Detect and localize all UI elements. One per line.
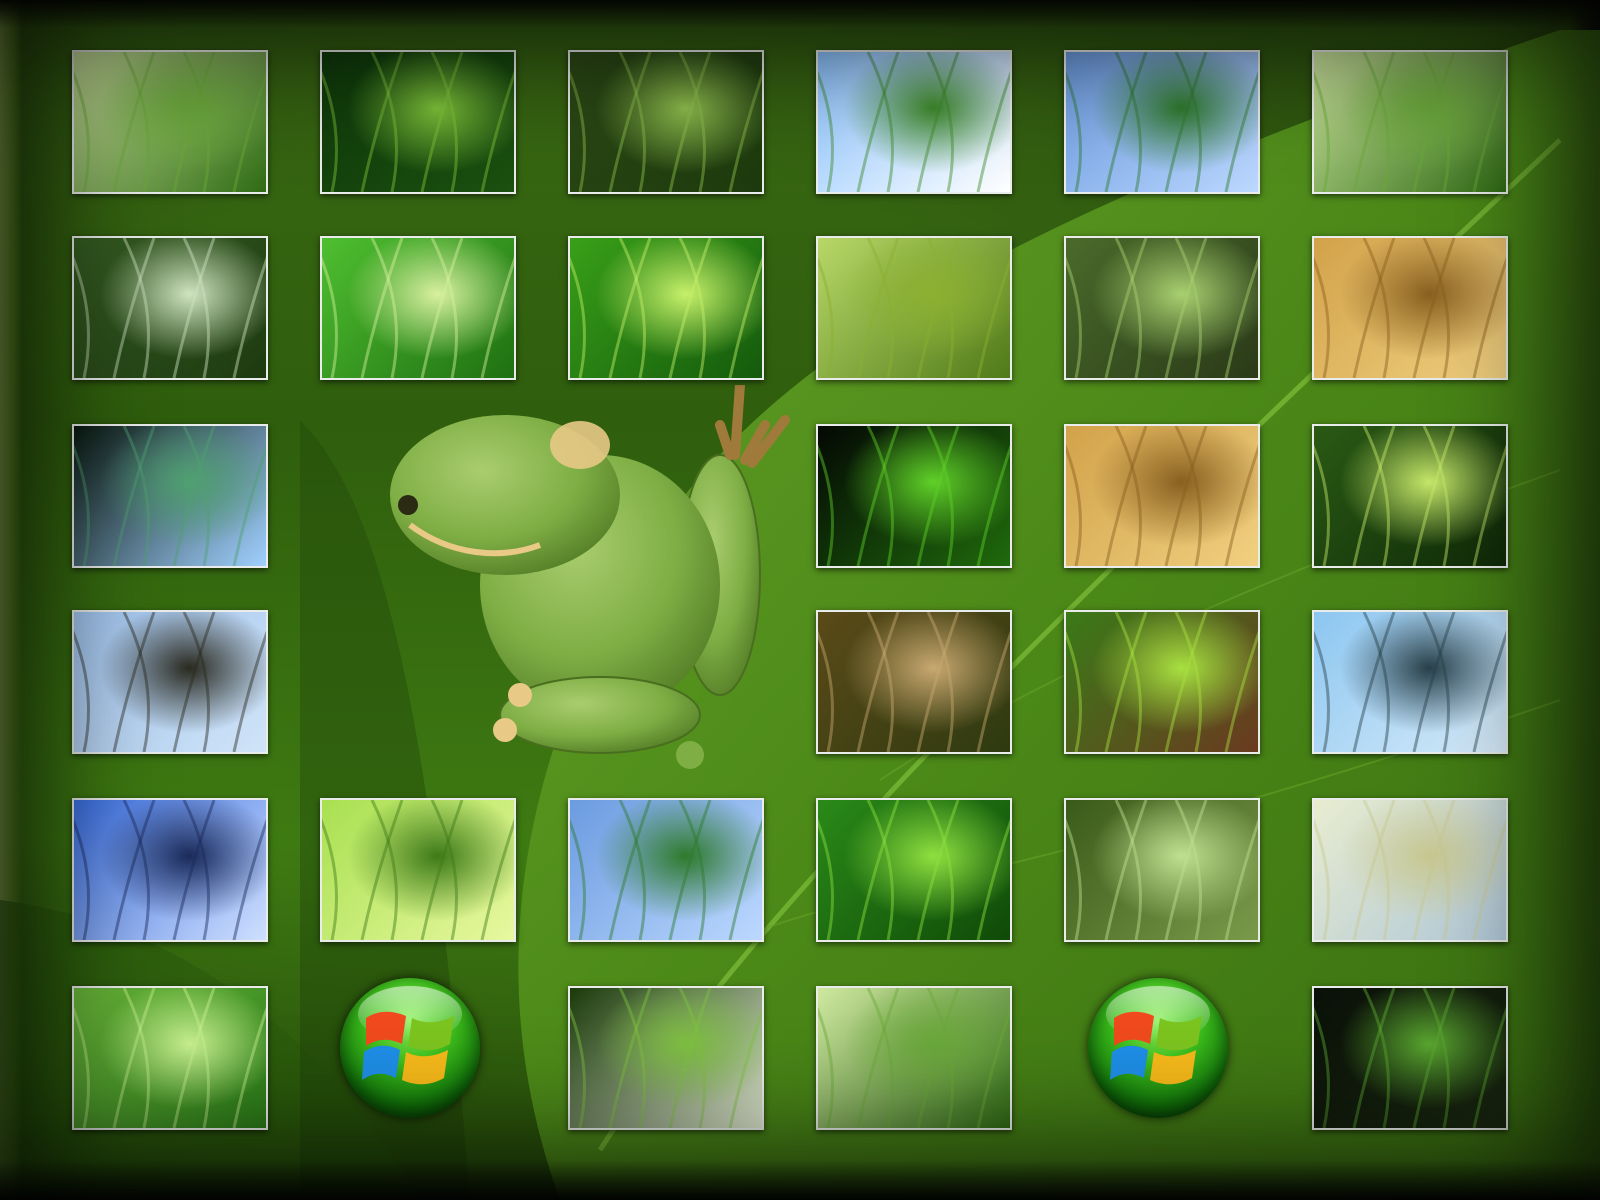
photo-thumbnail-grass-flowers-sky xyxy=(1312,610,1508,754)
photo-texture xyxy=(322,52,514,192)
photo-texture xyxy=(1314,52,1506,192)
photo-texture xyxy=(818,988,1010,1128)
photo-thumbnail-leaf-droplets xyxy=(568,236,764,380)
windows-orb-right xyxy=(1088,978,1228,1118)
photo-texture xyxy=(322,800,514,940)
photo-thumbnail-furled-leaves xyxy=(816,424,1012,568)
photo-thumbnail-leaf-drop xyxy=(72,986,268,1130)
photo-thumbnail-droplets-leaf xyxy=(568,986,764,1130)
photo-texture xyxy=(818,238,1010,378)
photo-texture xyxy=(74,238,266,378)
photo-thumbnail-palm-frond xyxy=(320,798,516,942)
photo-thumbnail-wild-grass xyxy=(816,986,1012,1130)
photo-texture xyxy=(1314,426,1506,566)
photo-texture xyxy=(1066,612,1258,752)
photo-thumbnail-orange-wheat xyxy=(1064,424,1260,568)
photo-texture xyxy=(1314,988,1506,1128)
photo-thumbnail-green-blades xyxy=(816,236,1012,380)
photo-thumbnail-birch-leaf xyxy=(1064,610,1260,754)
photo-texture xyxy=(818,800,1010,940)
photo-thumbnail-meadow-field xyxy=(1312,798,1508,942)
photo-thumbnail-dewdrop-blades xyxy=(1064,798,1260,942)
photo-thumbnail-feathery-grass xyxy=(72,236,268,380)
photo-texture xyxy=(570,52,762,192)
photo-texture xyxy=(570,988,762,1128)
photo-thumbnail-grass-blades xyxy=(72,50,268,194)
photo-thumbnail-dew-stem xyxy=(72,424,268,568)
photo-thumbnail-sprouting-leaves xyxy=(320,50,516,194)
photo-thumbnail-grass-blue-sky xyxy=(568,798,764,942)
photo-texture xyxy=(74,800,266,940)
photo-texture xyxy=(74,988,266,1128)
photo-thumbnail-tendril-plant xyxy=(1064,236,1260,380)
photo-texture xyxy=(1066,52,1258,192)
photo-thumbnail-yellow-grass xyxy=(1312,50,1508,194)
photo-thumbnail-fern-frond xyxy=(816,798,1012,942)
wallpaper xyxy=(0,0,1600,1200)
photo-texture xyxy=(322,238,514,378)
photo-texture xyxy=(570,238,762,378)
photo-texture xyxy=(818,426,1010,566)
photo-thumbnail-water-drop-twig xyxy=(72,798,268,942)
photo-texture xyxy=(74,426,266,566)
photo-texture xyxy=(74,52,266,192)
photo-thumbnail-leaf-tip-drop xyxy=(1312,986,1508,1130)
photo-thumbnail-leaf-veins xyxy=(320,236,516,380)
tree-frog xyxy=(390,385,790,769)
photo-thumbnail-grass-against-sky xyxy=(1064,50,1260,194)
photo-thumbnail-leaf-blue-sky xyxy=(816,50,1012,194)
photo-texture xyxy=(818,52,1010,192)
photo-texture xyxy=(818,612,1010,752)
photo-texture xyxy=(1066,426,1258,566)
photo-texture xyxy=(74,612,266,752)
photo-thumbnail-grass-seedheads xyxy=(72,610,268,754)
windows-orb-left xyxy=(340,978,480,1118)
photo-thumbnail-single-seedhead xyxy=(816,610,1012,754)
photo-texture xyxy=(1066,800,1258,940)
photo-thumbnail-leaves-bokeh xyxy=(1312,424,1508,568)
bottom-edge-shadow xyxy=(0,1160,1600,1200)
photo-texture xyxy=(1314,800,1506,940)
photo-thumbnail-dewdrop-grass xyxy=(568,50,764,194)
photo-texture xyxy=(570,800,762,940)
photo-texture xyxy=(1314,238,1506,378)
photo-thumbnail-golden-wheat xyxy=(1312,236,1508,380)
photo-texture xyxy=(1314,612,1506,752)
windows-logo-icon xyxy=(362,1011,454,1085)
windows-logo-icon xyxy=(1110,1011,1202,1085)
photo-texture xyxy=(1066,238,1258,378)
